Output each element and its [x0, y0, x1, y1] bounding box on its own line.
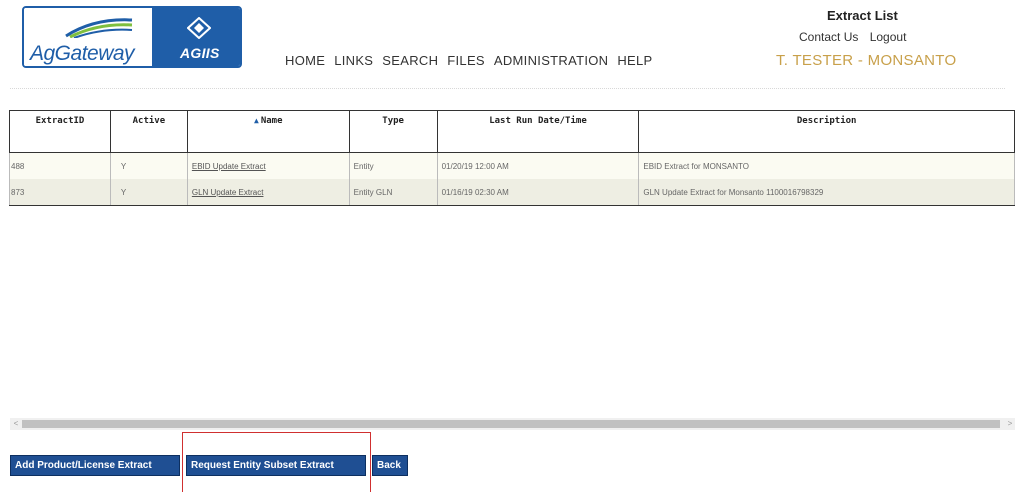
cell-description: EBID Extract for MONSANTO [638, 152, 1015, 179]
swoosh-icon [65, 18, 133, 38]
col-header-description[interactable]: Description [638, 110, 1015, 153]
cell-last-run: 01/20/19 12:00 AM [436, 152, 640, 179]
nav-administration[interactable]: ADMINISTRATION [494, 53, 608, 68]
logout-link[interactable]: Logout [870, 30, 907, 44]
cell-name: GLN Update Extract [186, 179, 350, 206]
col-header-active[interactable]: Active [109, 110, 188, 153]
cell-active: Y [109, 179, 188, 206]
back-button[interactable]: Back [372, 455, 408, 476]
col-header-name[interactable]: ▲ Name [186, 110, 350, 153]
nav-search[interactable]: SEARCH [382, 53, 438, 68]
cell-extract-id: 488 [9, 152, 111, 179]
scroll-left-icon[interactable]: < [10, 418, 22, 430]
top-links: Contact Us Logout [799, 30, 914, 44]
cell-extract-id: 873 [9, 179, 111, 206]
table-row: 488 Y EBID Update Extract Entity 01/20/1… [9, 152, 1015, 179]
cell-type: Entity GLN [348, 179, 438, 206]
col-header-name-label: Name [260, 116, 283, 126]
nav-home[interactable]: HOME [285, 53, 325, 68]
header-divider [10, 88, 1005, 89]
agiis-wordmark: AGIIS [180, 45, 220, 61]
highlight-box [182, 432, 371, 492]
nav-links[interactable]: LINKS [334, 53, 373, 68]
nav-help[interactable]: HELP [617, 53, 652, 68]
aggateway-logo-panel: AgGateway [24, 8, 152, 66]
cell-active: Y [109, 152, 188, 179]
table-row: 873 Y GLN Update Extract Entity GLN 01/1… [9, 179, 1015, 206]
add-product-license-extract-button[interactable]: Add Product/License Extract [10, 455, 180, 476]
nav-files[interactable]: FILES [447, 53, 485, 68]
page-title: Extract List [827, 8, 898, 23]
contact-us-link[interactable]: Contact Us [799, 30, 858, 44]
aggateway-wordmark: AgGateway [30, 42, 135, 65]
sort-asc-icon: ▲ [254, 116, 259, 125]
horizontal-scrollbar[interactable]: < > [10, 418, 1015, 430]
extract-table: ExtractID Active ▲ Name Type Last Run Dat… [9, 110, 1015, 206]
cell-type: Entity [348, 152, 438, 179]
col-header-type[interactable]: Type [348, 110, 438, 153]
extract-name-link[interactable]: EBID Update Extract [192, 162, 266, 171]
user-name: T. TESTER - MONSANTO [776, 52, 957, 69]
extract-name-link[interactable]: GLN Update Extract [192, 188, 264, 197]
scrollbar-thumb[interactable] [22, 420, 1000, 428]
col-header-last-run[interactable]: Last Run Date/Time [436, 110, 640, 153]
table-header-row: ExtractID Active ▲ Name Type Last Run Dat… [9, 110, 1015, 153]
agiis-emblem-icon [187, 17, 211, 39]
agiis-logo-panel: AGIIS [152, 8, 240, 66]
scroll-right-icon[interactable]: > [1004, 418, 1015, 430]
cell-last-run: 01/16/19 02:30 AM [436, 179, 640, 206]
col-header-extractid[interactable]: ExtractID [9, 110, 111, 153]
main-nav: HOME LINKS SEARCH FILES ADMINISTRATION H… [285, 53, 662, 68]
aggateway-logo[interactable]: AgGateway AGIIS [22, 6, 242, 68]
cell-name: EBID Update Extract [186, 152, 350, 179]
cell-description: GLN Update Extract for Monsanto 11000167… [638, 179, 1015, 206]
